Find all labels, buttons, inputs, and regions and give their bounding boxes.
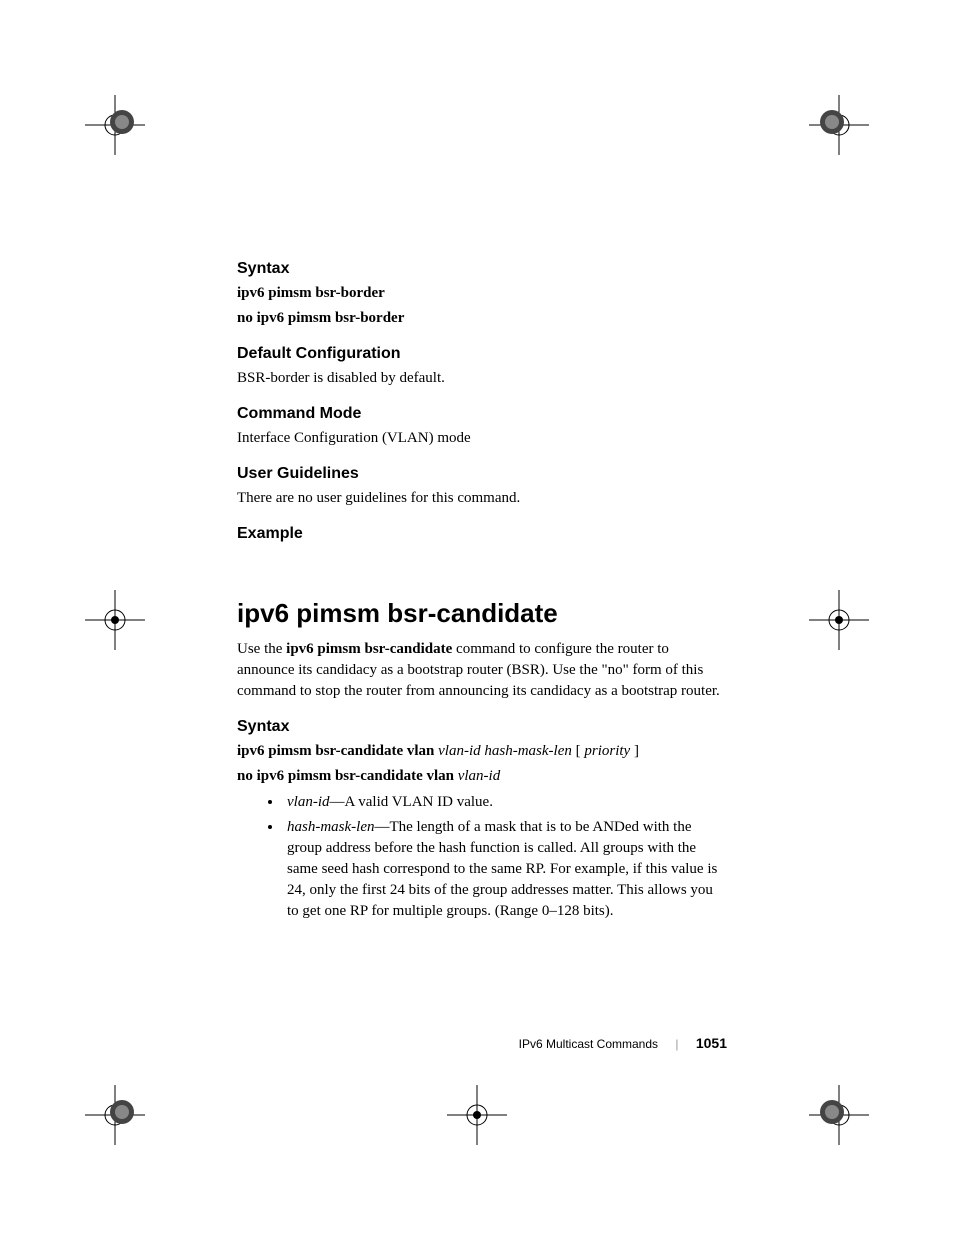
- syntax-heading-2: Syntax: [237, 718, 727, 736]
- user-guidelines-text: There are no user guidelines for this co…: [237, 488, 727, 509]
- registration-dot-icon: [108, 108, 136, 136]
- page-number: 1051: [696, 1035, 727, 1051]
- page-footer: IPv6 Multicast Commands | 1051: [237, 1035, 727, 1051]
- crop-mark-icon: [85, 590, 145, 650]
- command-intro: Use the ipv6 pimsm bsr-candidate command…: [237, 639, 727, 702]
- registration-dot-icon: [108, 1098, 136, 1126]
- syntax2-line-2: no ipv6 pimsm bsr-candidate vlan vlan-id: [237, 766, 727, 787]
- default-config-heading: Default Configuration: [237, 345, 727, 363]
- registration-dot-icon: [818, 108, 846, 136]
- user-guidelines-heading: User Guidelines: [237, 465, 727, 483]
- parameter-list: vlan-id—A valid VLAN ID value. hash-mask…: [283, 792, 727, 922]
- footer-separator: |: [675, 1037, 678, 1051]
- list-item: hash-mask-len—The length of a mask that …: [283, 817, 727, 922]
- command-mode-text: Interface Configuration (VLAN) mode: [237, 428, 727, 449]
- chapter-name: IPv6 Multicast Commands: [519, 1037, 658, 1051]
- command-title: ipv6 pimsm bsr-candidate: [237, 598, 727, 629]
- syntax-heading: Syntax: [237, 260, 727, 278]
- example-heading: Example: [237, 525, 727, 543]
- registration-dot-icon: [818, 1098, 846, 1126]
- default-config-text: BSR-border is disabled by default.: [237, 368, 727, 389]
- page-content: Syntax ipv6 pimsm bsr-border no ipv6 pim…: [237, 260, 727, 926]
- crop-mark-icon: [447, 1085, 507, 1145]
- crop-mark-icon: [809, 590, 869, 650]
- list-item: vlan-id—A valid VLAN ID value.: [283, 792, 727, 813]
- syntax2-line-1: ipv6 pimsm bsr-candidate vlan vlan-id ha…: [237, 741, 727, 762]
- syntax-line-1: ipv6 pimsm bsr-border: [237, 283, 727, 304]
- syntax-line-2: no ipv6 pimsm bsr-border: [237, 308, 727, 329]
- command-mode-heading: Command Mode: [237, 405, 727, 423]
